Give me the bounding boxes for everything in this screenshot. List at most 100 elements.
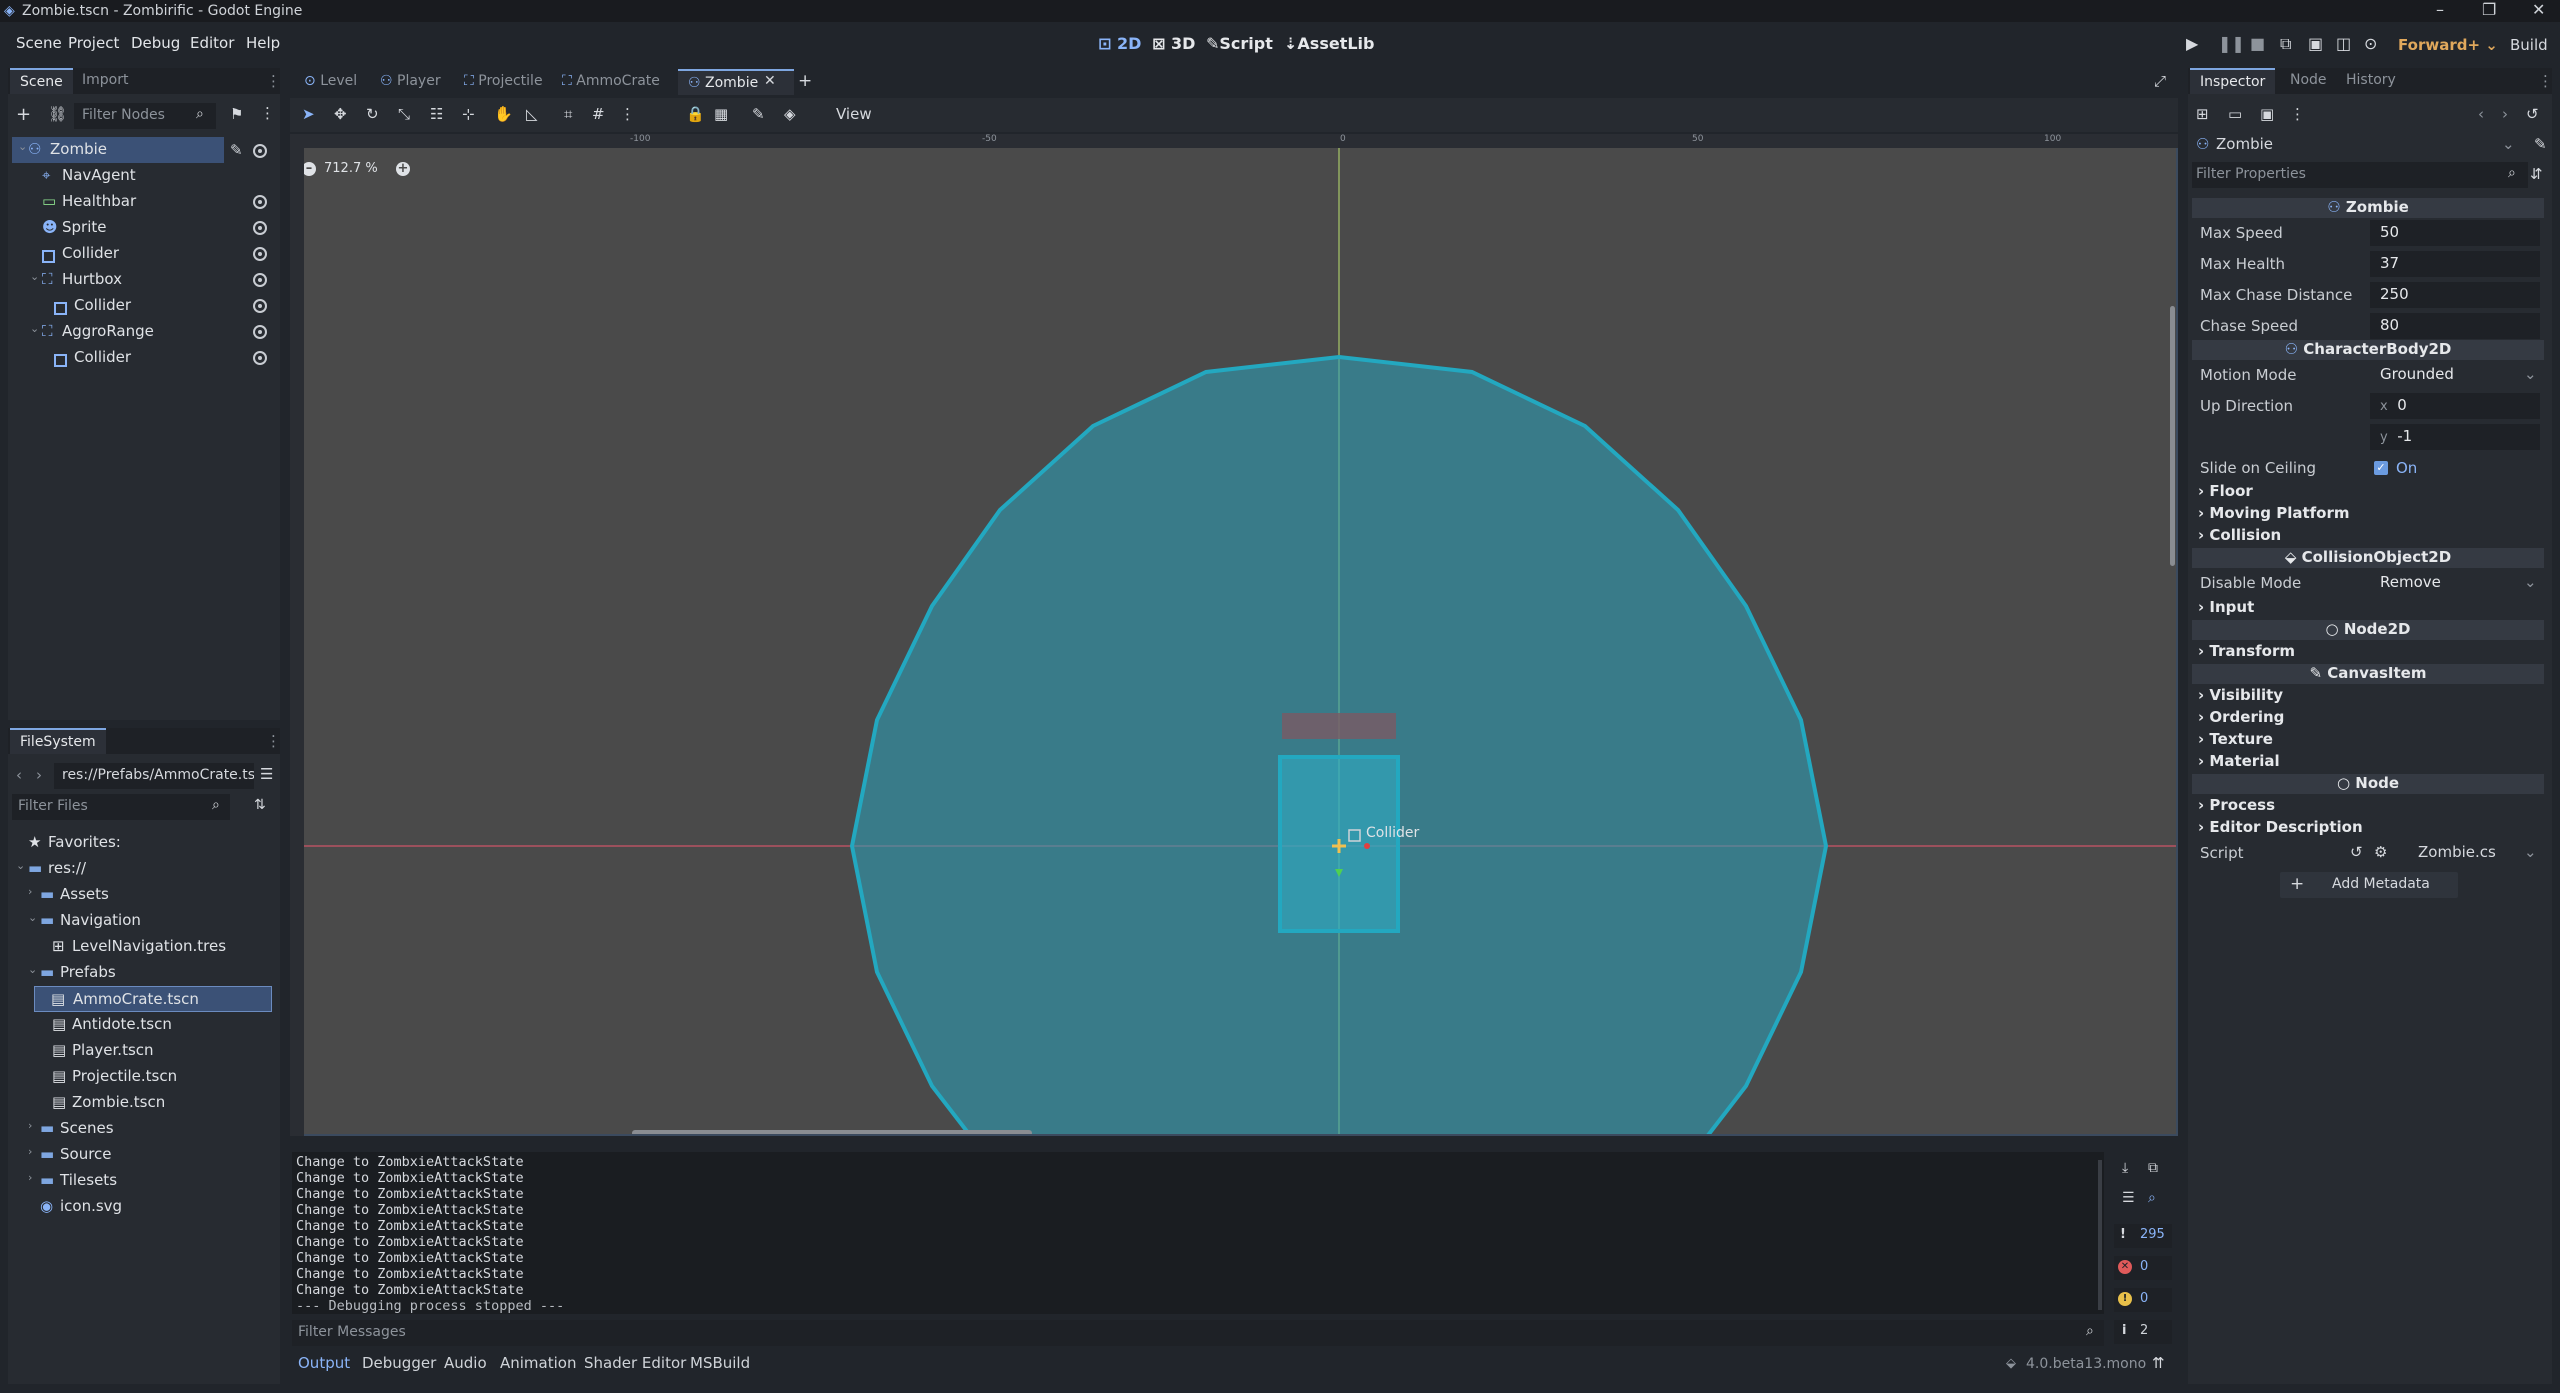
fs-folder-prefabs[interactable]: ⌄ ▬ Prefabs	[12, 960, 272, 986]
fs-file-player[interactable]: ▤ Player.tscn	[12, 1038, 272, 1064]
messages-toggle[interactable]: ! 295	[2114, 1224, 2172, 1248]
scene-tab-zombie[interactable]: ⚇ Zombie	[678, 69, 795, 95]
link-icon[interactable]: ⛓	[48, 105, 67, 123]
section-canvasitem[interactable]: ✎ CanvasItem	[2192, 664, 2544, 684]
tree-node-aggrorange-collider[interactable]: Collider	[12, 345, 272, 371]
tab-filesystem[interactable]: FileSystem	[10, 728, 106, 754]
scene-tab-ammocrate[interactable]: ⛶ AmmoCrate	[552, 69, 670, 95]
smart-snap-icon[interactable]: ⌗	[564, 105, 572, 123]
workspace-2d-button[interactable]: ⊡ 2D	[1098, 34, 1141, 53]
filter-messages-input[interactable]: Filter Messages ⌕	[292, 1320, 2104, 1346]
tree-node-aggrorange[interactable]: ⌄ ⛶ AggroRange	[12, 319, 272, 345]
build-button[interactable]: Build	[2510, 36, 2548, 54]
fs-folder-source[interactable]: › ▬ Source	[12, 1142, 272, 1168]
fs-file-zombie[interactable]: ▤ Zombie.tscn	[12, 1090, 272, 1116]
fs-file-antidote[interactable]: ▤ Antidote.tscn	[12, 1012, 272, 1038]
dock-menu-icon[interactable]: ⋮	[2538, 72, 2553, 90]
tree-node-collider[interactable]: Collider	[12, 241, 272, 267]
dock-menu-icon[interactable]: ⋮	[266, 732, 281, 750]
new-resource-icon[interactable]: ⊞	[2196, 105, 2209, 123]
minimize-icon[interactable]: –	[2436, 0, 2444, 19]
add-tab-icon[interactable]: +	[798, 71, 812, 91]
bottom-tab-audio[interactable]: Audio	[444, 1354, 487, 1372]
clear-output-icon[interactable]: ⤓	[2122, 1160, 2128, 1176]
zoom-in-icon[interactable]: +	[396, 162, 410, 176]
inspector-menu-icon[interactable]: ⋮	[2290, 105, 2305, 123]
max-speed-field[interactable]: 50	[2370, 220, 2540, 246]
script-file-icon[interactable]: ⚙	[2374, 843, 2387, 861]
snap-options-icon[interactable]: ⋮	[620, 105, 635, 123]
search-icon[interactable]: ⌕	[2148, 1190, 2156, 1206]
zoom-level[interactable]: 712.7 %	[324, 161, 378, 176]
filter-properties-input[interactable]: Filter Properties ⌕	[2192, 162, 2528, 188]
play-icon[interactable]: ▶	[2186, 34, 2198, 53]
scene-tab-projectile[interactable]: ⛶ Projectile	[454, 69, 553, 95]
menu-scene[interactable]: Scene	[16, 34, 62, 52]
max-chase-distance-field[interactable]: 250	[2370, 282, 2540, 308]
lock-icon[interactable]: 🔒	[686, 105, 705, 123]
group-texture[interactable]: › Texture	[2198, 730, 2273, 748]
tree-node-navagent[interactable]: ⌖ NavAgent	[12, 163, 272, 189]
visibility-eye-icon[interactable]	[253, 325, 267, 339]
group-ordering[interactable]: › Ordering	[2198, 708, 2284, 726]
group-editor-description[interactable]: › Editor Description	[2198, 818, 2363, 836]
menu-debug[interactable]: Debug	[131, 34, 180, 52]
path-field[interactable]: res://Prefabs/AmmoCrate.ts	[54, 763, 254, 789]
history-forward-icon[interactable]: ›	[2502, 105, 2508, 123]
section-node[interactable]: ○ Node	[2192, 774, 2544, 794]
workspace-3d-button[interactable]: ⊠ 3D	[1152, 34, 1195, 53]
up-direction-x-field[interactable]: x 0	[2370, 393, 2540, 419]
tree-node-healthbar[interactable]: ▭ Healthbar	[12, 189, 272, 215]
group-process[interactable]: › Process	[2198, 796, 2275, 814]
reload-icon[interactable]: ↺	[2350, 843, 2363, 861]
visibility-eye-icon[interactable]	[253, 273, 267, 287]
visibility-eye-icon[interactable]	[253, 299, 267, 313]
sort-icon[interactable]: ⇅	[254, 797, 266, 813]
zoom-out-icon[interactable]: –	[302, 162, 316, 176]
script-resource-field[interactable]: Zombie.cs	[2418, 843, 2496, 861]
warnings-toggle[interactable]: ! 0	[2114, 1288, 2172, 1312]
workspace-script-button[interactable]: ✎Script	[1206, 34, 1273, 53]
distraction-free-icon[interactable]: ⤢	[2154, 72, 2166, 90]
renderer-select[interactable]: Forward+ ⌄	[2398, 36, 2498, 54]
scene-tab-level[interactable]: ⊙ Level	[294, 69, 367, 95]
vertical-scrollbar[interactable]	[2170, 306, 2175, 566]
scene-tab-player[interactable]: ⚇ Player	[370, 69, 451, 95]
fs-folder-navigation[interactable]: ⌄ ▬ Navigation	[12, 908, 272, 934]
filter-files-input[interactable]: Filter Files ⌕	[12, 794, 230, 820]
menu-help[interactable]: Help	[246, 34, 280, 52]
camera-override-icon[interactable]: ◈	[784, 105, 796, 123]
add-node-icon[interactable]: +	[16, 104, 31, 125]
move-tool-icon[interactable]: ✥	[334, 105, 347, 123]
collapse-icon[interactable]: ☰	[2122, 1190, 2135, 1206]
scene-menu-icon[interactable]: ⋮	[260, 104, 275, 122]
add-metadata-button[interactable]: + Add Metadata	[2280, 872, 2458, 898]
fs-res-root[interactable]: ⌄ ▬ res://	[12, 856, 272, 882]
group-moving-platform[interactable]: › Moving Platform	[2198, 504, 2349, 522]
layout-icon[interactable]: ☰	[260, 765, 273, 783]
tree-node-hurtbox[interactable]: ⌄ ⛶ Hurtbox	[12, 267, 272, 293]
open-folder-icon[interactable]: ▭	[2228, 105, 2242, 123]
rotate-tool-icon[interactable]: ↻	[366, 105, 379, 123]
visibility-eye-icon[interactable]	[253, 144, 267, 158]
movie-icon[interactable]: ▣	[2308, 34, 2323, 53]
bottom-tab-output[interactable]: Output	[298, 1354, 350, 1372]
history-back-icon[interactable]: ‹	[2478, 105, 2484, 123]
pan-tool-icon[interactable]: ✋	[494, 105, 513, 123]
close-icon[interactable]: ✕	[2532, 0, 2545, 19]
tab-inspector[interactable]: Inspector	[2190, 68, 2276, 94]
group-material[interactable]: › Material	[2198, 752, 2280, 770]
info-toggle[interactable]: i 2	[2114, 1320, 2172, 1344]
workspace-assetlib-button[interactable]: ⇣AssetLib	[1284, 34, 1374, 53]
menu-editor[interactable]: Editor	[190, 34, 234, 52]
object-history-icon[interactable]: ↺	[2526, 105, 2539, 123]
fs-folder-scenes[interactable]: › ▬ Scenes	[12, 1116, 272, 1142]
section-characterbody2d[interactable]: ⚇ CharacterBody2D	[2192, 340, 2544, 360]
tree-node-zombie[interactable]: ⌄ ⚇ Zombie	[12, 137, 224, 163]
group-visibility[interactable]: › Visibility	[2198, 686, 2283, 704]
errors-toggle[interactable]: ✕ 0	[2114, 1256, 2172, 1280]
play-custom-icon[interactable]: ⊙	[2364, 34, 2377, 53]
save-icon[interactable]: ▣	[2260, 105, 2274, 123]
group-transform[interactable]: › Transform	[2198, 642, 2295, 660]
section-collisionobject2d[interactable]: ⬙ CollisionObject2D	[2192, 548, 2544, 568]
